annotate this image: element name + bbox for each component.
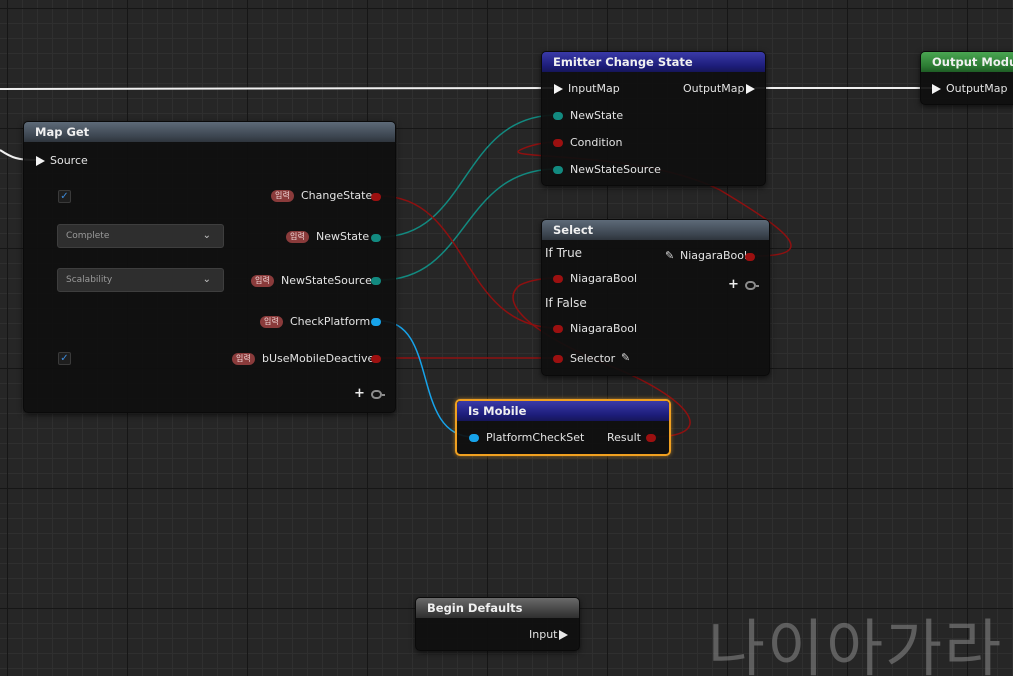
input-map-exec-pin[interactable] — [554, 84, 563, 94]
emitter-change-state-title[interactable]: Emitter Change State — [542, 52, 765, 72]
wire-new-state-source — [379, 168, 558, 281]
source-exec-pin[interactable] — [36, 156, 45, 166]
select-node[interactable]: Select If True ✎ NiagaraBool NiagaraBool… — [541, 219, 770, 376]
add-pin-icon[interactable]: + — [728, 278, 739, 291]
source-label: Source — [50, 154, 88, 167]
output-map-exec-pin[interactable] — [746, 84, 755, 94]
change-state-checkbox[interactable]: ✓ — [58, 190, 71, 203]
wire-new-state — [379, 114, 558, 238]
check-platform-input-tag: 입력 — [260, 316, 283, 328]
result-label: Result — [607, 431, 641, 444]
use-mobile-deactive-pin[interactable] — [371, 355, 381, 363]
change-state-input-tag: 입력 — [271, 190, 294, 202]
output-module-node[interactable]: Output Module OutputMap — [920, 51, 1013, 105]
new-state-source-dropdown-value: Scalability — [66, 275, 113, 285]
begin-defaults-exec-pin[interactable] — [559, 630, 568, 640]
emitter-change-state-node[interactable]: Emitter Change State InputMap OutputMap … — [541, 51, 766, 186]
output-module-title[interactable]: Output Module — [921, 52, 1013, 72]
chevron-down-icon: ⌄ — [202, 274, 211, 285]
begin-defaults-title[interactable]: Begin Defaults — [416, 598, 579, 618]
if-true-label: If True — [545, 246, 583, 260]
input-map-label: InputMap — [568, 82, 620, 95]
add-pin-ring-icon[interactable] — [371, 390, 385, 399]
map-get-node[interactable]: Map Get Source ✓ 입력 ChangeState Complete… — [23, 121, 396, 413]
new-state-source-input-tag: 입력 — [251, 275, 274, 287]
use-mobile-deactive-checkbox[interactable]: ✓ — [58, 352, 71, 365]
wire-input-map — [0, 87, 554, 90]
condition-pin[interactable] — [553, 139, 563, 147]
platform-check-set-label: PlatformCheckSet — [486, 431, 585, 444]
select-output-pin[interactable] — [745, 253, 755, 261]
begin-defaults-node[interactable]: Begin Defaults Input — [415, 597, 580, 651]
result-pin[interactable] — [646, 434, 656, 442]
use-mobile-deactive-label: bUseMobileDeactive — [262, 352, 375, 365]
is-mobile-node[interactable]: Is Mobile PlatformCheckSet Result — [455, 399, 671, 456]
output-module-exec-pin[interactable] — [932, 84, 941, 94]
is-mobile-title[interactable]: Is Mobile — [457, 401, 669, 421]
new-state-source-row-label: NewStateSource — [281, 274, 372, 287]
condition-label: Condition — [570, 136, 623, 149]
output-module-map-label: OutputMap — [946, 82, 1008, 95]
new-state-source-dropdown[interactable]: Scalability ⌄ — [57, 268, 224, 292]
if-false-label: If False — [545, 296, 587, 310]
wire-change-state — [379, 195, 558, 329]
if-true-input-label: NiagaraBool — [570, 272, 638, 285]
new-state-out-pin[interactable] — [371, 234, 381, 242]
add-pin-icon[interactable]: + — [354, 387, 365, 400]
change-state-pin[interactable] — [371, 193, 381, 201]
output-map-label: OutputMap — [683, 82, 745, 95]
new-state-input-tag: 입력 — [286, 231, 309, 243]
chevron-down-icon: ⌄ — [202, 230, 211, 241]
if-false-pin[interactable] — [553, 325, 563, 333]
new-state-label: NewState — [570, 109, 624, 122]
new-state-source-out-pin[interactable] — [371, 277, 381, 285]
new-state-dropdown[interactable]: Complete ⌄ — [57, 224, 224, 248]
pencil-icon[interactable]: ✎ — [621, 351, 630, 364]
new-state-source-label: NewStateSource — [570, 163, 661, 176]
selector-label: Selector — [570, 352, 616, 365]
if-true-pin[interactable] — [553, 275, 563, 283]
pencil-icon[interactable]: ✎ — [665, 249, 674, 262]
selector-pin[interactable] — [553, 355, 563, 363]
select-output-label: NiagaraBool — [680, 249, 748, 262]
check-platform-label: CheckPlatform — [290, 315, 371, 328]
new-state-row-label: NewState — [316, 230, 370, 243]
use-mobile-deactive-input-tag: 입력 — [232, 353, 255, 365]
change-state-label: ChangeState — [301, 189, 373, 202]
new-state-pin[interactable] — [553, 112, 563, 120]
add-pin-ring-icon[interactable] — [745, 281, 759, 290]
map-get-title[interactable]: Map Get — [24, 122, 395, 142]
begin-defaults-input-label: Input — [529, 628, 558, 641]
select-title[interactable]: Select — [542, 220, 769, 240]
new-state-source-pin[interactable] — [553, 166, 563, 174]
check-platform-pin[interactable] — [371, 318, 381, 326]
platform-check-set-pin[interactable] — [469, 434, 479, 442]
if-false-input-label: NiagaraBool — [570, 322, 638, 335]
new-state-dropdown-value: Complete — [66, 231, 110, 241]
